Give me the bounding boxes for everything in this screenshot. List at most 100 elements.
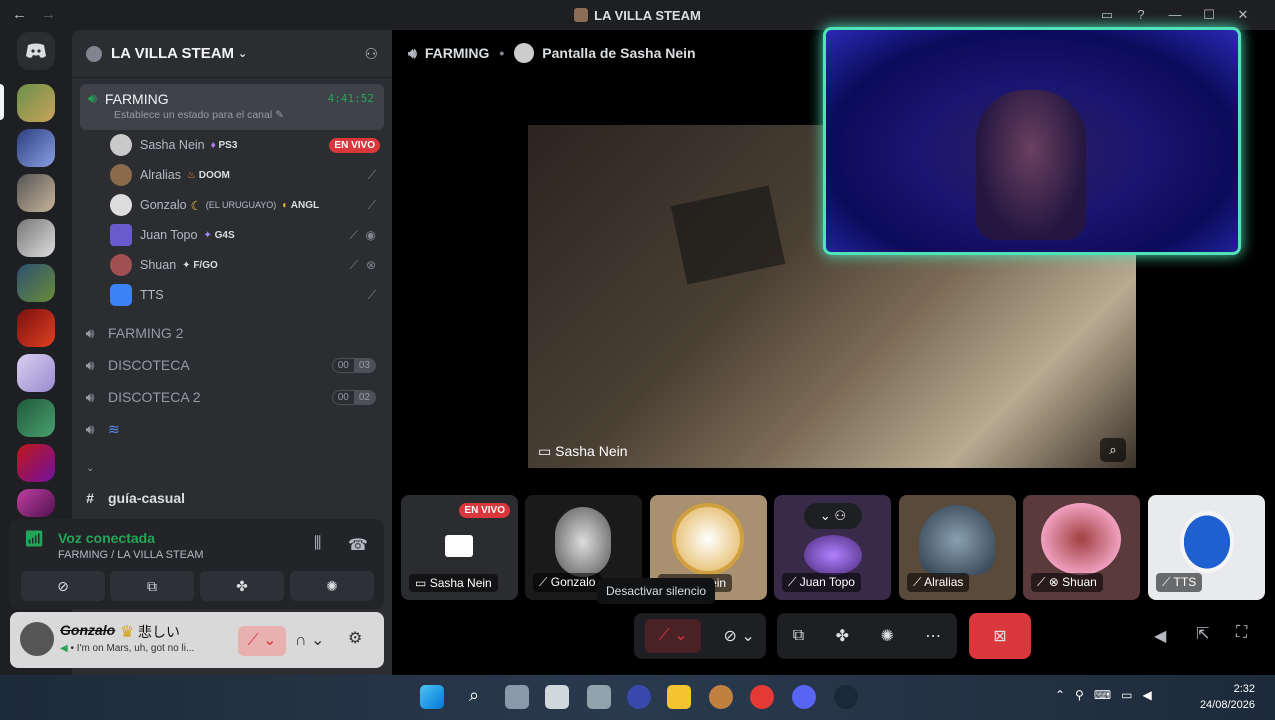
maximize-button[interactable]: ☐	[1192, 5, 1226, 25]
category-collapse[interactable]: ⌄	[80, 460, 384, 476]
discord-taskbar-icon[interactable]	[792, 685, 816, 709]
stream-owner-label: ▭ Sasha Nein	[538, 443, 628, 460]
disconnect-icon[interactable]: ☎	[348, 535, 368, 555]
collapse-users-icon[interactable]: ⌄ ⚇	[804, 503, 862, 529]
voice-status[interactable]: Voz conectada	[58, 530, 155, 546]
inbox-icon[interactable]: ▭	[1090, 5, 1124, 25]
close-button[interactable]: ✕	[1226, 5, 1260, 25]
avatar[interactable]	[20, 622, 54, 656]
avatar	[1041, 503, 1121, 575]
voice-channel[interactable]: 🔊︎ DISCOTECA 00 03	[80, 353, 384, 377]
voice-channel[interactable]: 🔊︎ FARMING 2	[80, 321, 384, 345]
fullscreen-icon[interactable]: ⛶	[1236, 624, 1247, 642]
participant-tile[interactable]: EN VIVO ▭ Sasha Nein	[401, 495, 518, 600]
unmute-button[interactable]: ⟋ ⌄	[645, 619, 702, 653]
hash-icon: #	[86, 490, 94, 506]
tile-name-text: Shuan	[1062, 575, 1097, 589]
server-icon[interactable]	[17, 354, 55, 392]
volume-icon[interactable]: ◀	[1154, 626, 1166, 646]
notepad-icon[interactable]	[545, 685, 569, 709]
server-icon[interactable]	[17, 129, 55, 167]
server-icon[interactable]	[17, 399, 55, 437]
server-icon-la-villa[interactable]	[17, 84, 55, 122]
search-icon[interactable]: ⌕	[462, 685, 486, 709]
server-icon[interactable]	[17, 489, 55, 517]
server-icon[interactable]	[17, 219, 55, 257]
unmute-mic-button[interactable]: ⟋ ⌄	[238, 626, 286, 656]
active-server-indicator	[0, 84, 4, 120]
share-screen-button[interactable]: ⧉	[110, 571, 194, 601]
avatar	[514, 43, 535, 63]
steam-icon[interactable]	[834, 685, 858, 709]
live-badge: EN VIVO	[329, 137, 380, 153]
opera-icon[interactable]	[750, 685, 774, 709]
share-screen-button[interactable]: ⧉	[793, 627, 804, 645]
tag-text: PS3	[218, 139, 238, 151]
participant-tile[interactable]: ⌄ ⚇ ⟋ Juan Topo	[774, 495, 891, 600]
calculator-icon[interactable]	[587, 685, 611, 709]
member-tag: ♦ PS3	[210, 139, 238, 151]
soundboard-button[interactable]: ✺	[290, 571, 374, 601]
channel-name: DISCOTECA 2	[108, 389, 201, 405]
guild-name: LA VILLA STEAM	[111, 45, 235, 62]
help-icon[interactable]: ?	[1124, 5, 1158, 25]
participant-tile[interactable]: ⟋ TTS	[1148, 495, 1265, 600]
soundboard-button[interactable]: ✺	[880, 626, 893, 646]
leave-call-button[interactable]: ⊠	[969, 613, 1031, 659]
task-view-icon[interactable]	[505, 685, 529, 709]
voice-member[interactable]: Juan Topo ✦ G4S ⟋ ◉	[110, 221, 384, 249]
muted-mic-icon: ⟋	[913, 575, 922, 589]
camera-off-button[interactable]: ⊘	[21, 571, 105, 601]
server-icon[interactable]	[17, 309, 55, 347]
server-icon[interactable]	[17, 264, 55, 302]
file-explorer-icon[interactable]	[667, 685, 691, 709]
avatar	[919, 505, 995, 575]
muted-mic-icon: ⟋	[349, 257, 358, 272]
channel-status-hint[interactable]: Establece un estado para el canal ✎	[114, 109, 284, 121]
username[interactable]: Gonzalo	[60, 622, 115, 638]
text-channel[interactable]: # guía-casual	[80, 487, 384, 509]
server-icon[interactable]	[17, 174, 55, 212]
voice-member[interactable]: TTS ⟋	[110, 281, 384, 309]
voice-channel[interactable]: 🔊︎ ≋	[80, 417, 384, 441]
member-tag: ♨ DOOM	[187, 169, 230, 181]
activities-button[interactable]: ✤	[200, 571, 284, 601]
popout-icon[interactable]: ⇱	[1196, 624, 1209, 644]
noise-suppression-icon[interactable]: ⫼	[314, 535, 321, 553]
voice-member[interactable]: Sasha Nein ♦ PS3 ⟋ EN VIVO	[110, 131, 384, 159]
start-icon[interactable]	[420, 685, 444, 709]
live-badge: EN VIVO	[459, 503, 510, 518]
voice-member[interactable]: Shuan ✦ F/GO ⟋ ⊗	[110, 251, 384, 279]
tray-icons[interactable]: ⌃ ⚲ ⌨ ▭ ◀	[1055, 688, 1152, 702]
voice-channel-farming[interactable]: 🔊︎ FARMING 4:41:52 Establece un estado p…	[80, 84, 384, 130]
more-options-button[interactable]: ⋯	[925, 626, 941, 646]
server-icon[interactable]	[17, 444, 55, 482]
discord-home-icon[interactable]	[17, 32, 55, 70]
speaker-icon: 🔊︎	[85, 420, 95, 437]
user-count: 00 03	[331, 357, 376, 373]
voice-member[interactable]: Alralias ♨ DOOM ⟋	[110, 161, 384, 189]
settings-gear-icon[interactable]: ⚙	[348, 628, 362, 648]
muted-mic-icon: ⟋	[788, 575, 797, 589]
voice-location[interactable]: FARMING / LA VILLA STEAM	[58, 549, 204, 561]
clock[interactable]: 2:32 24/08/2026	[1200, 681, 1255, 713]
headphones-icon[interactable]: ∩ ⌄	[295, 630, 324, 650]
tooltip: Desactivar silencio	[597, 578, 716, 604]
member-tag: ◐ ANGL	[282, 199, 320, 211]
xbox-icon: ⊗	[1048, 575, 1059, 589]
media-player-icon[interactable]	[627, 685, 651, 709]
tile-name: ⟋ Gonzalo	[533, 573, 602, 592]
voice-connected-panel: 📶︎ Voz conectada FARMING / LA VILLA STEA…	[10, 519, 384, 609]
voice-member[interactable]: Gonzalo ☾ (EL URUGUAYO) ◐ ANGL ⟋	[110, 191, 384, 219]
minimize-button[interactable]: —	[1158, 5, 1192, 25]
activities-button[interactable]: ✤	[836, 626, 849, 646]
voice-channel[interactable]: 🔊︎ DISCOTECA 2 00 02	[80, 385, 384, 409]
participant-tile[interactable]: ⟋ ⊗ Shuan	[1023, 495, 1140, 600]
participant-tile[interactable]: ⟋ Alralias	[899, 495, 1016, 600]
invite-icon[interactable]: ⚇	[365, 45, 378, 63]
zoom-icon[interactable]: ⌕	[1100, 438, 1126, 462]
guild-header[interactable]: LA VILLA STEAM ⌄ ⚇	[72, 30, 392, 78]
app-icon[interactable]	[709, 685, 733, 709]
camera-off-button[interactable]: ⊘ ⌄	[724, 626, 755, 646]
window-title-text: LA VILLA STEAM	[594, 8, 701, 23]
